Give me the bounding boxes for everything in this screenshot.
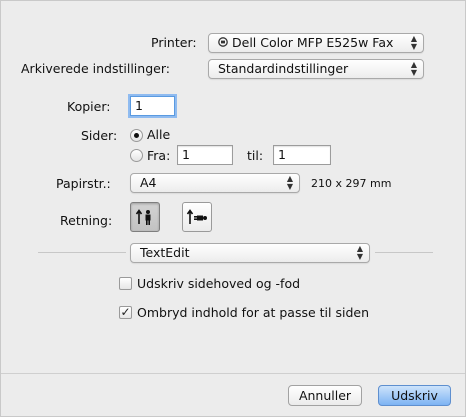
rewrap-label: Ombryd indhold for at passe til siden <box>137 305 370 320</box>
copies-field[interactable]: 1 <box>130 96 175 116</box>
footer-divider <box>1 373 465 374</box>
header-footer-checkbox[interactable] <box>119 277 132 290</box>
pages-all-label: Alle <box>147 127 171 142</box>
rewrap-checkbox[interactable]: ✓ <box>119 306 132 319</box>
printer-label: Printer: <box>151 35 197 50</box>
printer-value: Dell Color MFP E525w Fax <box>232 35 394 50</box>
printer-popup[interactable]: Dell Color MFP E525w Fax ▲ ▼ <box>208 33 424 53</box>
updown-arrows-icon: ▲ ▼ <box>356 244 363 261</box>
print-button[interactable]: Udskriv <box>378 385 451 406</box>
section-divider-right <box>375 252 433 253</box>
presets-label: Arkiverede indstillinger: <box>21 61 170 76</box>
print-dialog: Printer: Dell Color MFP E525w Fax ▲ ▼ Ark… <box>0 0 466 417</box>
pages-to-label: til: <box>247 148 264 163</box>
paper-size-label: Papirstr.: <box>56 176 111 191</box>
presets-popup[interactable]: Standardindstillinger ▲ ▼ <box>208 59 424 79</box>
checkmark-icon: ✓ <box>120 305 131 319</box>
pages-from-label: Fra: <box>147 148 171 163</box>
pages-to-field[interactable]: 1 <box>273 145 331 165</box>
presets-value: Standardindstillinger <box>218 61 349 76</box>
section-divider-left <box>38 252 126 253</box>
orientation-label: Retning: <box>60 213 113 228</box>
header-footer-label: Udskriv sidehoved og -fod <box>137 276 301 291</box>
updown-arrows-icon: ▲ ▼ <box>410 34 417 51</box>
paper-dimensions: 210 x 297 mm <box>311 177 392 190</box>
printer-icon <box>218 34 228 52</box>
pages-from-field[interactable]: 1 <box>177 145 233 165</box>
portrait-orientation-icon <box>135 208 155 230</box>
pages-label: Sider: <box>81 128 118 143</box>
pages-all-radio[interactable] <box>130 129 143 142</box>
portrait-orientation-button[interactable] <box>130 202 160 232</box>
updown-arrows-icon: ▲ ▼ <box>286 174 293 191</box>
pages-range-radio[interactable] <box>130 149 143 162</box>
updown-arrows-icon: ▲ ▼ <box>410 60 417 77</box>
app-section-value: TextEdit <box>140 245 190 260</box>
landscape-orientation-button[interactable] <box>182 202 212 232</box>
paper-size-popup[interactable]: A4 ▲ ▼ <box>130 173 300 193</box>
copies-label: Kopier: <box>67 99 111 114</box>
landscape-orientation-icon <box>186 208 208 230</box>
cancel-button[interactable]: Annuller <box>288 385 362 406</box>
app-section-popup[interactable]: TextEdit ▲ ▼ <box>130 243 370 263</box>
paper-size-value: A4 <box>140 175 157 190</box>
